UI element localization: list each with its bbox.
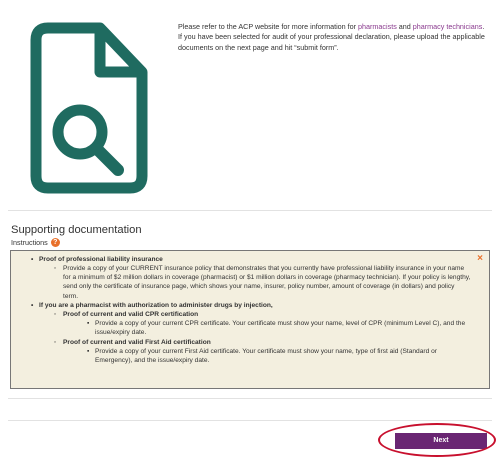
list-item-first-aid-detail: Provide a copy of your current First Aid… <box>87 347 475 365</box>
document-info-card: Please refer to the ACP website for more… <box>8 0 492 211</box>
pharmacy-technicians-link[interactable]: pharmacy technicians <box>413 22 483 31</box>
pharmacists-link[interactable]: pharmacists <box>358 22 397 31</box>
divider <box>8 420 492 421</box>
section-title: Supporting documentation <box>11 224 142 236</box>
list-item-cpr: Proof of current and valid CPR certifica… <box>54 310 471 319</box>
intro-text-start: Please refer to the ACP website for more… <box>178 22 359 31</box>
help-icon[interactable]: ? <box>50 238 60 247</box>
instructions-toggle[interactable]: Instructions ? <box>11 238 60 247</box>
list-item-injection: If you are a pharmacist with authorizati… <box>31 301 479 310</box>
instructions-box: × Proof of professional liability insura… <box>10 250 490 389</box>
list-item-first-aid: Proof of current and valid First Aid cer… <box>54 338 471 347</box>
document-search-icon <box>30 22 148 194</box>
list-item-insurance-detail: Provide a copy of your CURRENT insurance… <box>54 264 471 301</box>
instructions-label: Instructions <box>11 238 48 247</box>
list-item-insurance: Proof of professional liability insuranc… <box>31 255 479 264</box>
divider <box>8 398 492 399</box>
list-item-cpr-detail: Provide a copy of your current CPR certi… <box>87 319 475 337</box>
intro-text-and: and <box>396 22 413 31</box>
intro-text: Please refer to the ACP website for more… <box>178 22 490 53</box>
next-button[interactable]: Next <box>395 433 487 449</box>
